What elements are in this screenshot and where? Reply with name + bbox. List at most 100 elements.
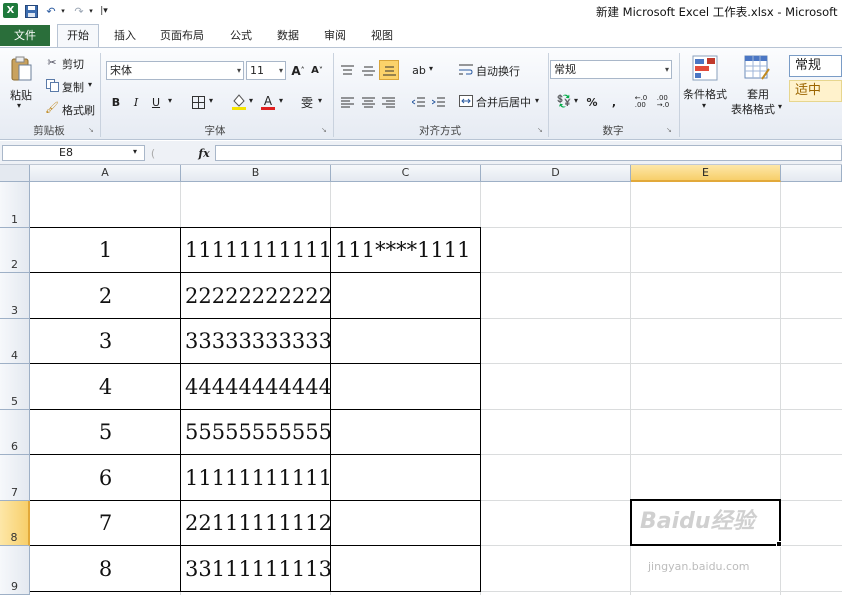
font-color-dropdown-icon[interactable]: ▾	[279, 96, 283, 105]
increase-decimal-icon[interactable]: ←.0.00	[632, 93, 650, 111]
accounting-format-icon[interactable]: 💱	[554, 92, 574, 110]
row-header-9[interactable]: 9	[0, 546, 30, 595]
font-size-select[interactable]: 11 ▾	[246, 61, 286, 80]
column-header-e[interactable]: E	[631, 165, 781, 182]
column-header-d[interactable]: D	[481, 165, 631, 182]
customize-toolbar-icon[interactable]: |▾	[99, 3, 109, 19]
increase-indent-icon[interactable]	[429, 93, 447, 111]
cell-a7[interactable]: 6	[31, 455, 180, 500]
cell-b2[interactable]: 11111111111	[185, 228, 332, 272]
row-header-2[interactable]: 2	[0, 228, 30, 273]
name-box[interactable]: E8	[2, 145, 145, 161]
excel-app-icon[interactable]: X	[3, 3, 18, 18]
font-name-select[interactable]: 宋体 ▾	[106, 61, 244, 80]
column-header-f[interactable]	[781, 165, 842, 182]
tab-home[interactable]: 开始	[57, 24, 99, 48]
cell-b5[interactable]: 44444444444	[185, 364, 332, 409]
tab-view[interactable]: 视图	[371, 26, 393, 46]
row-header-6[interactable]: 6	[0, 410, 30, 455]
orientation-icon[interactable]: ab	[410, 61, 428, 79]
conditional-formatting-icon[interactable]	[690, 54, 720, 82]
align-right-icon[interactable]	[379, 93, 397, 111]
paste-icon[interactable]	[8, 55, 34, 83]
cell-a2[interactable]: 1	[31, 228, 180, 272]
phonetic-dropdown-icon[interactable]: ▾	[318, 96, 322, 105]
wrap-text-icon[interactable]	[458, 62, 474, 78]
comma-style-icon[interactable]: ,	[606, 93, 622, 111]
merge-center-icon[interactable]	[458, 93, 474, 109]
column-header-c[interactable]: C	[331, 165, 481, 182]
row-header-7[interactable]: 7	[0, 455, 30, 501]
bold-icon[interactable]: B	[108, 93, 124, 111]
format-painter-icon[interactable]: 🖌	[45, 100, 59, 114]
cell-c2[interactable]: 111****1111	[335, 228, 480, 272]
cell-b6[interactable]: 55555555555	[185, 410, 332, 454]
cell-b9[interactable]: 33111111113	[185, 546, 332, 591]
merge-center-label[interactable]: 合并后居中	[476, 94, 531, 110]
underline-dropdown-icon[interactable]: ▾	[168, 96, 172, 105]
tab-insert[interactable]: 插入	[114, 26, 136, 46]
cell-a9[interactable]: 8	[31, 546, 180, 591]
accounting-dropdown-icon[interactable]: ▾	[574, 96, 578, 105]
align-top-icon[interactable]	[338, 61, 356, 79]
expand-icon[interactable]: (	[146, 145, 160, 161]
copy-dropdown-icon[interactable]: ▾	[88, 80, 92, 89]
wrap-text-label[interactable]: 自动换行	[476, 63, 520, 79]
align-bottom-icon[interactable]	[379, 60, 399, 80]
row-header-3[interactable]: 3	[0, 273, 30, 319]
column-header-b[interactable]: B	[181, 165, 331, 182]
select-all-corner[interactable]	[0, 165, 30, 182]
orientation-dropdown-icon[interactable]: ▾	[429, 64, 433, 73]
cut-label[interactable]: 剪切	[62, 56, 84, 72]
fill-handle[interactable]	[776, 541, 782, 547]
save-icon[interactable]	[24, 3, 38, 19]
cell-b3[interactable]: 22222222222	[185, 273, 332, 318]
format-table-dropdown-icon[interactable]: ▾	[778, 102, 782, 111]
border-icon[interactable]	[190, 93, 206, 111]
format-as-table-label-2[interactable]: 表格格式	[731, 101, 775, 117]
format-as-table-icon[interactable]	[742, 54, 772, 82]
align-middle-icon[interactable]	[359, 61, 377, 79]
align-center-icon[interactable]	[359, 93, 377, 111]
column-header-a[interactable]: A	[30, 165, 181, 182]
font-launcher-icon[interactable]: ↘	[321, 126, 327, 134]
decrease-indent-icon[interactable]	[409, 93, 427, 111]
tab-review[interactable]: 审阅	[324, 26, 346, 46]
tab-data[interactable]: 数据	[277, 26, 299, 46]
name-box-dropdown-icon[interactable]: ▾	[133, 147, 137, 156]
number-format-select[interactable]: 常规 ▾	[550, 60, 672, 79]
cell-a8[interactable]: 7	[31, 501, 180, 545]
number-launcher-icon[interactable]: ↘	[666, 126, 672, 134]
cell-b7[interactable]: 11111111111	[185, 455, 332, 500]
conditional-dropdown-icon[interactable]: ▾	[702, 101, 706, 110]
row-header-4[interactable]: 4	[0, 319, 30, 364]
grow-font-icon[interactable]: A ˄	[290, 61, 306, 80]
cell-a6[interactable]: 5	[31, 410, 180, 454]
copy-icon[interactable]	[45, 78, 59, 92]
tab-page-layout[interactable]: 页面布局	[160, 26, 204, 46]
cell-b4[interactable]: 33333333333	[185, 319, 332, 363]
redo-icon[interactable]: ↷	[72, 3, 86, 19]
cell-style-normal[interactable]: 常规	[789, 55, 842, 77]
row-header-1[interactable]: 1	[0, 182, 30, 228]
underline-icon[interactable]: U	[148, 93, 164, 111]
cell-a4[interactable]: 3	[31, 319, 180, 363]
align-left-icon[interactable]	[338, 93, 356, 111]
decrease-decimal-icon[interactable]: .00 →.0	[654, 93, 672, 111]
cell-style-neutral[interactable]: 适中	[789, 80, 842, 102]
tab-file[interactable]: 文件	[0, 25, 50, 46]
row-header-8[interactable]: 8	[0, 501, 30, 546]
shrink-font-icon[interactable]: A ˅	[309, 61, 325, 80]
undo-dropdown-icon[interactable]: ▾	[59, 3, 67, 19]
italic-icon[interactable]: I	[128, 93, 144, 111]
cell-a5[interactable]: 4	[31, 364, 180, 409]
percent-style-icon[interactable]: %	[584, 93, 600, 111]
conditional-formatting-label[interactable]: 条件格式	[683, 86, 727, 102]
paste-dropdown-icon[interactable]: ▾	[17, 101, 21, 110]
cell-a3[interactable]: 2	[31, 273, 180, 318]
row-header-5[interactable]: 5	[0, 364, 30, 410]
undo-icon[interactable]: ↶	[44, 3, 58, 19]
tab-formulas[interactable]: 公式	[230, 26, 252, 46]
font-color-icon[interactable]: A	[259, 92, 277, 112]
redo-dropdown-icon[interactable]: ▾	[87, 3, 95, 19]
